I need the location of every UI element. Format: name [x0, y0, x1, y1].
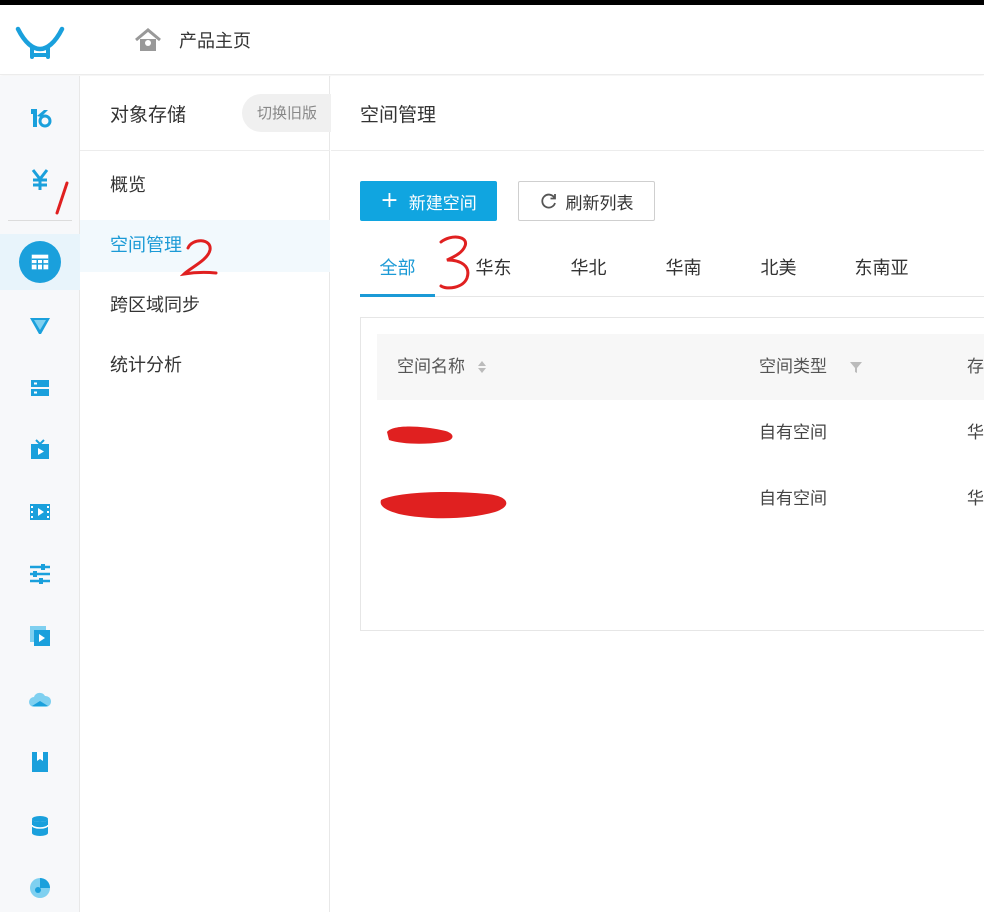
home-icon	[135, 28, 161, 51]
bucket-table: 空间名称 空间类型 存 自有空间 华 自有空间 华	[360, 317, 984, 631]
sidebar-icon-compute[interactable]	[0, 360, 80, 416]
sort-icon	[478, 361, 486, 373]
active-icon-circle	[19, 241, 61, 283]
bucket-type-cell: 自有空间	[759, 489, 827, 509]
plus-icon: +	[380, 188, 399, 213]
tab-south-china[interactable]: 华南	[646, 236, 721, 297]
redacted-bucket-name	[387, 426, 453, 444]
grid-storage-icon	[31, 254, 49, 270]
main-content: 空间管理 + 新建空间 刷新列表 全部 华东 华北 华南 北美 东南亚 空间名称…	[331, 76, 984, 912]
tab-southeast-asia[interactable]: 东南亚	[841, 236, 922, 297]
database-icon	[31, 816, 49, 836]
sidebar-icon-processing[interactable]	[0, 546, 80, 602]
column-header-bucket-type[interactable]: 空间类型	[759, 334, 863, 400]
subnav-item-cross-region-sync[interactable]: 跨区域同步	[80, 280, 330, 332]
tab-north-america[interactable]: 北美	[741, 236, 816, 297]
column-header-storage-region[interactable]: 存	[967, 334, 984, 400]
refresh-icon	[540, 193, 556, 209]
product-icon-sidebar	[0, 76, 80, 912]
sidebar-icon-cdn[interactable]	[0, 298, 80, 354]
column-label: 空间类型	[759, 357, 827, 377]
object-storage-subnav: 对象存储 切换旧版 概览 空间管理 跨区域同步 统计分析	[80, 76, 337, 912]
switch-old-version-button[interactable]: 切换旧版	[242, 94, 337, 132]
media-play-icon	[30, 626, 50, 646]
yen-icon	[31, 169, 49, 190]
main-header: 空间管理	[331, 76, 984, 151]
sidebar-divider	[8, 220, 72, 221]
subnav-title: 对象存储	[110, 104, 187, 126]
refresh-list-label: 刷新列表	[565, 193, 634, 214]
sidebar-icon-live[interactable]	[0, 422, 80, 478]
qiniu-logo[interactable]	[15, 25, 65, 59]
product-home-label: 产品主页	[179, 31, 251, 52]
sidebar-icon-video[interactable]	[0, 484, 80, 540]
sidebar-icon-docs[interactable]	[0, 734, 80, 790]
sidebar-icon-billing[interactable]	[0, 152, 80, 208]
subnav-item-overview[interactable]: 概览	[80, 160, 330, 212]
filter-icon	[850, 361, 862, 373]
table-row[interactable]: 自有空间 华	[377, 400, 984, 466]
redacted-bucket-name	[380, 492, 507, 519]
bookmark-icon	[32, 752, 48, 772]
new-bucket-label: 新建空间	[408, 193, 477, 214]
live-tv-icon	[31, 439, 49, 459]
sidebar-icon-analytics[interactable]	[0, 860, 80, 912]
new-bucket-button[interactable]: + 新建空间	[360, 181, 497, 221]
server-icon	[31, 380, 49, 396]
tab-all[interactable]: 全部	[360, 236, 435, 297]
video-film-icon	[30, 504, 50, 520]
page-title: 空间管理	[360, 104, 437, 126]
sidebar-icon-database[interactable]	[0, 798, 80, 854]
cloud-icon	[29, 692, 52, 707]
analytics-icon	[30, 878, 50, 898]
subnav-item-statistics[interactable]: 统计分析	[80, 340, 330, 392]
sliders-icon	[30, 564, 50, 584]
region-tabs: 全部 华东 华北 华南 北美 东南亚	[360, 236, 984, 297]
table-row[interactable]: 自有空间 华	[377, 466, 984, 532]
region-cell: 华	[967, 489, 984, 509]
cdn-funnel-icon	[30, 318, 50, 334]
kodo-brand-icon	[31, 109, 52, 128]
column-label: 存	[967, 357, 984, 377]
subnav-item-bucket-management[interactable]: 空间管理	[80, 220, 330, 272]
tab-north-china[interactable]: 华北	[551, 236, 626, 297]
refresh-list-button[interactable]: 刷新列表	[518, 181, 655, 221]
column-header-bucket-name[interactable]: 空间名称	[397, 334, 487, 400]
top-bar: 产品主页	[0, 5, 984, 75]
sidebar-icon-media[interactable]	[0, 608, 80, 664]
subnav-header: 对象存储 切换旧版	[80, 76, 337, 151]
table-header: 空间名称 空间类型 存	[377, 334, 984, 400]
column-label: 空间名称	[397, 357, 465, 377]
region-cell: 华	[967, 423, 984, 443]
tab-east-china[interactable]: 华东	[456, 236, 531, 297]
sidebar-icon-cloud[interactable]	[0, 672, 80, 728]
sidebar-icon-object-storage[interactable]	[0, 234, 80, 290]
product-home-link[interactable]: 产品主页	[134, 25, 251, 55]
sidebar-icon-kodo[interactable]	[0, 90, 80, 146]
bucket-type-cell: 自有空间	[759, 423, 827, 443]
